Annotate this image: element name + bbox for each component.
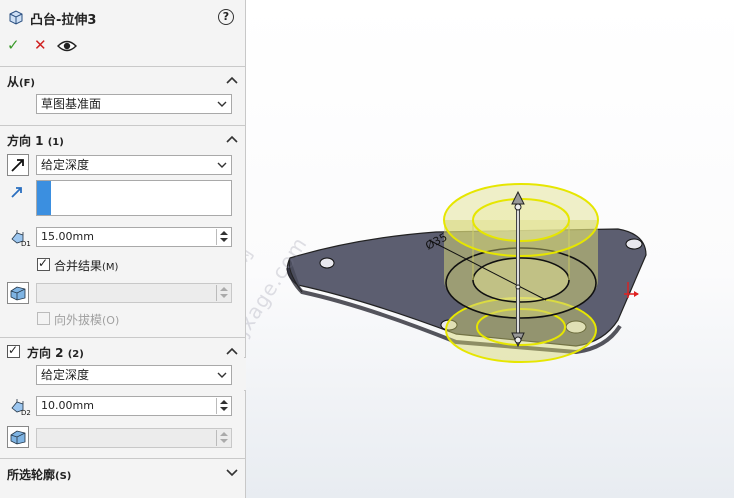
depth-d2-icon: D2 [11,399,31,416]
feature-header: 凸台-拉伸3 ? [0,0,246,32]
direction2-enable-checkbox[interactable] [7,343,20,358]
separator [0,458,246,459]
depth-d1-icon: D1 [11,230,31,247]
separator [0,337,246,338]
direction1-section-title: 方向 1 (1) [7,134,64,148]
help-icon[interactable]: ? [218,9,234,25]
model-preview: Ø35 [286,183,647,363]
chevron-down-icon [217,162,227,168]
separator [0,125,246,126]
draft-icon[interactable] [7,282,29,304]
selection-active-indicator [37,181,51,215]
depth-spinner[interactable] [216,229,230,245]
from-section-title: 从(F) [7,75,35,89]
chevron-down-icon [217,101,227,107]
draft-spinner[interactable] [216,430,230,446]
cancel-button[interactable]: ✕ [34,36,47,54]
direction2-draft-angle-input[interactable] [36,428,232,448]
separator [0,66,246,67]
draft-spinner[interactable] [216,285,230,301]
svg-text:D2: D2 [21,409,31,416]
selected-contours-section-title[interactable]: 所选轮廓(S) [7,466,71,483]
draft-outward-label: 向外拔模(O) [54,313,120,327]
svg-text:D1: D1 [21,240,31,247]
direction-vector-icon [11,187,22,198]
collapse-chevron-icon[interactable] [226,346,238,356]
feature-title: 凸台-拉伸3 [30,13,97,28]
collapse-chevron-icon[interactable] [226,75,238,85]
collapse-chevron-icon[interactable] [226,134,238,144]
direction1-depth-input[interactable]: 15.00mm [36,227,232,247]
detailed-preview-button[interactable] [57,38,77,56]
direction2-depth-input[interactable]: 10.00mm [36,396,232,416]
ok-button[interactable]: ✓ [7,36,20,54]
draft-angle-input[interactable] [36,283,232,303]
direction2-section-title: 方向 2 (2) [27,346,84,360]
expand-chevron-icon[interactable] [226,468,238,478]
merge-result-label: 合并结果(M) [54,259,119,273]
graphics-viewport[interactable]: Ø35 机械时代网 www.jxage.com [246,0,734,498]
boss-extrude-icon [9,10,23,25]
direction1-end-condition-select[interactable]: 给定深度 [36,155,232,175]
mount-hole [625,238,643,250]
mount-hole [319,257,335,269]
from-start-condition-select[interactable]: 草图基准面 [36,94,232,114]
direction-vector-selection-box[interactable] [36,180,232,216]
chevron-down-icon [217,372,227,378]
merge-result-checkbox[interactable] [37,256,50,271]
property-manager-panel: 凸台-拉伸3 ? ✓ ✕ 从(F) 草图基准面 方向 1 (1) 给定深度 D1… [0,0,246,498]
reverse-direction-icon[interactable] [7,154,29,176]
depth-spinner[interactable] [216,398,230,414]
draft-icon[interactable] [7,426,29,448]
draft-outward-checkbox[interactable] [37,312,50,325]
action-bar: ✓ ✕ [0,34,246,56]
direction2-end-condition-select[interactable]: 给定深度 [36,365,232,385]
eye-icon [57,40,77,52]
